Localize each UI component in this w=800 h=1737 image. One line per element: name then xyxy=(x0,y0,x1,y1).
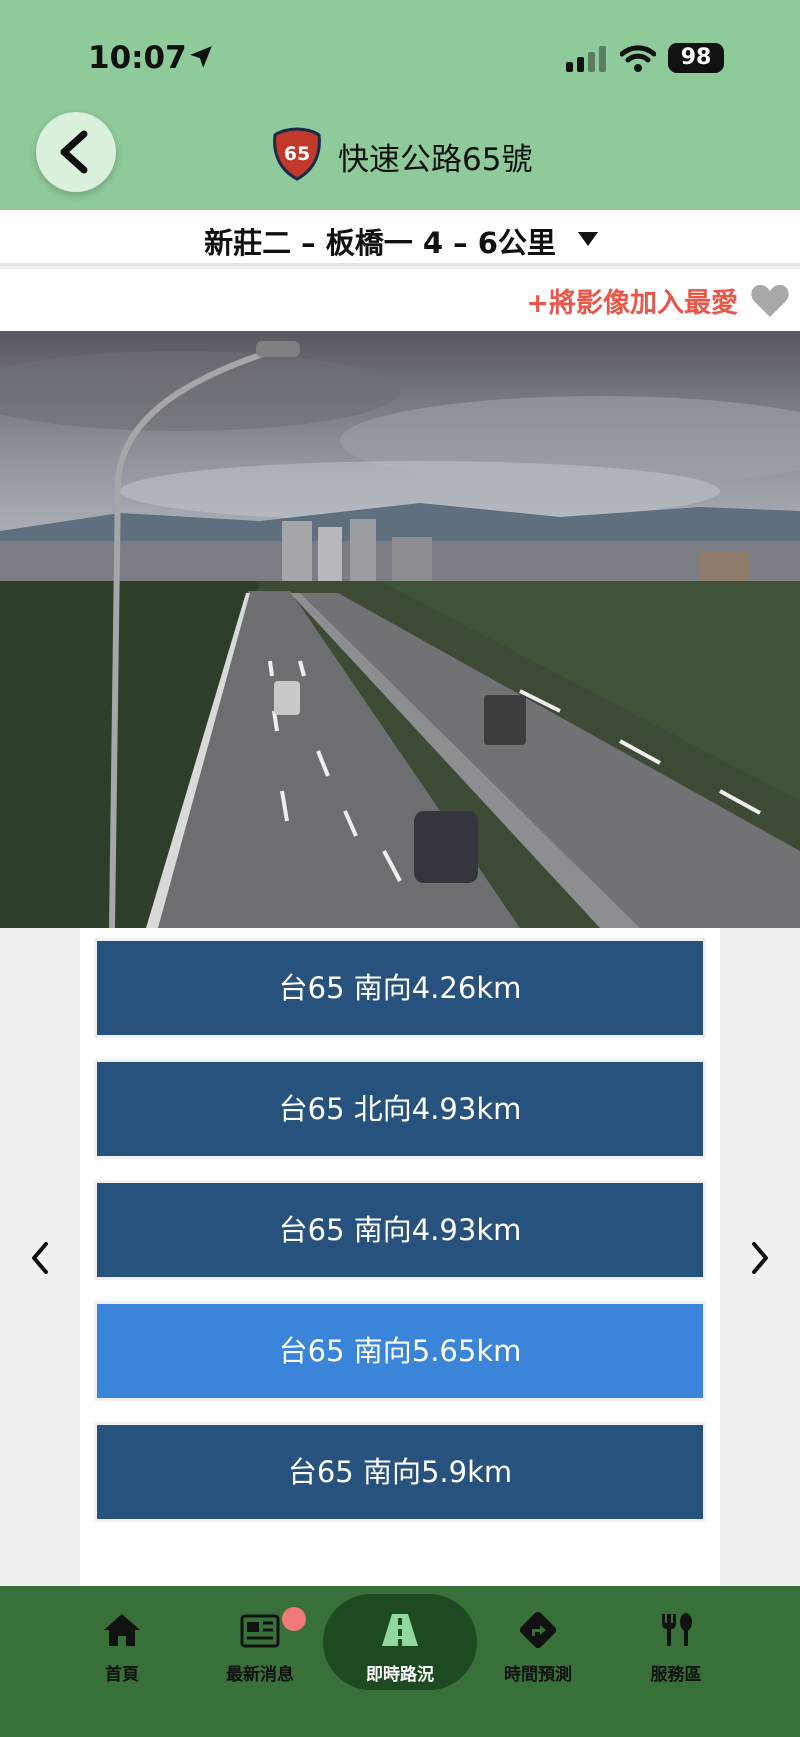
camera-item-selected[interactable]: 台65 南向5.65km xyxy=(94,1301,706,1401)
camera-item[interactable]: 台65 南向4.93km xyxy=(94,1180,706,1280)
page-title: 快速公路65號 xyxy=(338,142,533,178)
camera-scene xyxy=(0,331,800,928)
battery-indicator: 98 xyxy=(668,43,724,73)
cellular-signal-icon xyxy=(566,46,606,72)
camera-item[interactable]: 台65 南向4.26km xyxy=(94,938,706,1038)
traffic-camera-image xyxy=(0,331,800,928)
tab-home[interactable]: 首頁 xyxy=(57,1586,187,1696)
segment-selector[interactable]: 新莊二 – 板橋一 4 – 6公里 xyxy=(0,210,800,266)
camera-item[interactable]: 台65 北向4.93km xyxy=(94,1059,706,1159)
tab-service-area[interactable]: 服務區 xyxy=(611,1586,741,1696)
road-icon xyxy=(382,1614,418,1646)
segment-label: 新莊二 – 板橋一 4 – 6公里 xyxy=(204,226,556,260)
fork-knife-icon xyxy=(662,1613,692,1646)
app-header: 10:07 98 65 快速公路65號 xyxy=(0,0,800,210)
tab-live-traffic[interactable]: 即時路況 xyxy=(335,1586,465,1696)
wifi-icon xyxy=(620,45,656,72)
chevron-left-icon xyxy=(60,130,88,174)
status-time: 10:07 xyxy=(88,40,187,76)
add-favorite-button[interactable]: +將影像加入最愛 xyxy=(526,281,738,320)
tab-time-prediction-label: 時間預測 xyxy=(504,1665,572,1685)
heart-icon[interactable] xyxy=(750,283,790,319)
location-arrow-icon xyxy=(190,46,212,68)
previous-arrow-icon[interactable] xyxy=(26,1238,56,1278)
next-arrow-icon[interactable] xyxy=(744,1238,774,1278)
route-shield-number: 65 xyxy=(284,143,310,165)
caret-down-icon xyxy=(578,232,598,246)
camera-item[interactable]: 台65 南向5.9km xyxy=(94,1422,706,1522)
tab-time-prediction[interactable]: 時間預測 xyxy=(473,1586,603,1696)
tab-news[interactable]: 最新消息 xyxy=(195,1586,325,1696)
favorite-row: +將影像加入最愛 xyxy=(0,269,800,331)
direction-sign-icon xyxy=(519,1611,557,1649)
tab-service-area-label: 服務區 xyxy=(650,1665,702,1685)
camera-list: 台65 南向4.26km 台65 北向4.93km 台65 南向4.93km 台… xyxy=(80,928,720,1588)
tab-home-label: 首頁 xyxy=(105,1665,139,1685)
home-icon xyxy=(104,1614,140,1646)
tab-news-label: 最新消息 xyxy=(226,1665,294,1685)
tab-live-traffic-label: 即時路況 xyxy=(366,1665,434,1685)
notification-badge xyxy=(282,1607,306,1631)
route-shield-icon: 65 xyxy=(273,127,321,181)
back-button[interactable] xyxy=(36,112,116,192)
news-icon xyxy=(240,1614,280,1648)
